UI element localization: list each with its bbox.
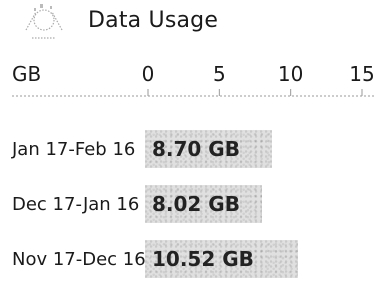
x-tick-label: 5 <box>212 62 226 86</box>
x-tick-label: 0 <box>141 62 155 86</box>
usage-value-label: 10.52 GB <box>152 247 254 271</box>
usage-value-label: 8.02 GB <box>152 192 240 216</box>
period-label: Nov 17-Dec 16 <box>12 249 146 270</box>
period-label: Jan 17-Feb 16 <box>12 139 136 160</box>
period-label: Dec 17-Jan 16 <box>12 194 140 215</box>
data-usage-icon <box>25 4 63 39</box>
x-tick-label: 15 <box>349 62 375 86</box>
page-title: Data Usage <box>88 8 219 33</box>
x-tick-label: 10 <box>277 62 304 86</box>
usage-value-label: 8.70 GB <box>152 137 240 161</box>
axis-unit-label: GB <box>12 62 42 86</box>
